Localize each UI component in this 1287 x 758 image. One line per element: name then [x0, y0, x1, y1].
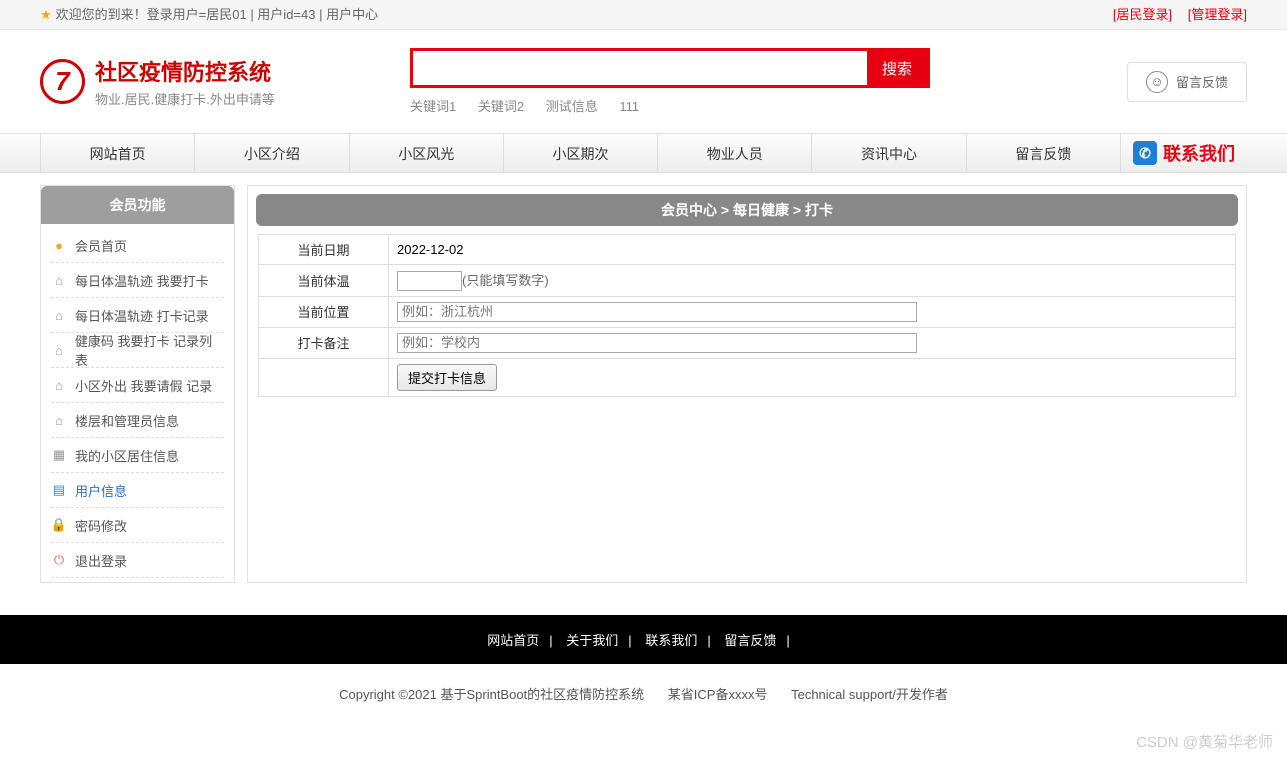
document-icon: ▤ — [51, 482, 67, 498]
icp-text: 某省ICP备xxxx号 — [668, 687, 768, 702]
sidebar-item-residence[interactable]: ▦ 我的小区居住信息 — [51, 438, 224, 473]
sidebar-item-floor[interactable]: ⌂ 楼层和管理员信息 — [51, 403, 224, 438]
form-row-loc: 当前位置 — [259, 296, 1236, 327]
sidebar-item-label: 会员首页 — [75, 236, 127, 255]
footer-link-feedback[interactable]: 留言反馈 — [724, 633, 776, 648]
house-icon: ⌂ — [51, 412, 67, 428]
sidebar-item-checkin[interactable]: ⌂ 每日体温轨迹 我要打卡 — [51, 263, 224, 298]
form-row-submit: 提交打卡信息 — [259, 358, 1236, 396]
location-input[interactable] — [397, 302, 917, 322]
keyword-link[interactable]: 测试信息 — [546, 99, 598, 114]
site-title: 社区疫情防控系统 — [95, 55, 275, 87]
nav-intro[interactable]: 小区介绍 — [195, 134, 349, 172]
search-button[interactable]: 搜索 — [867, 51, 927, 85]
footer-link-contact[interactable]: 联系我们 — [645, 633, 697, 648]
topbar: ★ 欢迎您的到来！登录用户=居民01 | 用户id=43 | 用户中心 [居民登… — [0, 0, 1287, 30]
footer-link-about[interactable]: 关于我们 — [566, 633, 618, 648]
sidebar-item-home[interactable]: ● 会员首页 — [51, 228, 224, 263]
temp-hint: (只能填写数字) — [462, 273, 549, 288]
content: 会员中心 > 每日健康 > 打卡 当前日期 2022-12-02 当前体温 (只… — [247, 185, 1247, 583]
sidebar-list: ● 会员首页 ⌂ 每日体温轨迹 我要打卡 ⌂ 每日体温轨迹 打卡记录 ⌂ 健康码 我要打… — [41, 224, 234, 582]
submit-button[interactable]: 提交打卡信息 — [397, 364, 497, 391]
date-label: 当前日期 — [259, 235, 389, 265]
footer-link-home[interactable]: 网站首页 — [487, 633, 539, 648]
form-row-date: 当前日期 2022-12-02 — [259, 235, 1236, 265]
home-icon: ● — [51, 237, 67, 253]
headset-icon: ☺ — [1146, 71, 1168, 93]
sidebar-item-label: 用户信息 — [75, 481, 127, 500]
watermark: CSDN @黄菊华老师 — [1136, 731, 1273, 752]
date-value: 2022-12-02 — [389, 235, 1236, 265]
sidebar-item-label: 退出登录 — [75, 551, 127, 570]
nav-contact[interactable]: ✆ 联系我们 — [1121, 134, 1247, 172]
nav-phase[interactable]: 小区期次 — [504, 134, 658, 172]
nav-news[interactable]: 资讯中心 — [812, 134, 966, 172]
search-area: 搜索 关键词1 关键词2 测试信息 111 — [410, 48, 1127, 115]
sidebar-item-logout[interactable]: ⏻ 退出登录 — [51, 543, 224, 578]
sidebar-item-label: 密码修改 — [75, 516, 127, 535]
sidebar-header: 会员功能 — [41, 186, 234, 224]
temp-label: 当前体温 — [259, 265, 389, 297]
nav-home[interactable]: 网站首页 — [40, 134, 195, 172]
header: 7 社区疫情防控系统 物业.居民.健康打卡.外出申请等 搜索 关键词1 关键词2… — [0, 30, 1287, 133]
house-icon: ⌂ — [51, 272, 67, 288]
topbar-right: [居民登录] [管理登录] — [1101, 0, 1247, 29]
keyword-link[interactable]: 关键词2 — [478, 99, 524, 114]
sidebar-item-label: 健康码 我要打卡 记录列表 — [75, 331, 224, 369]
main-nav: 网站首页 小区介绍 小区风光 小区期次 物业人员 资讯中心 留言反馈 ✆ 联系我… — [0, 133, 1287, 173]
site-subtitle: 物业.居民.健康打卡.外出申请等 — [95, 89, 275, 108]
submit-label-cell — [259, 358, 389, 396]
sidebar-item-userinfo[interactable]: ▤ 用户信息 — [51, 473, 224, 508]
sidebar-item-leave[interactable]: ⌂ 小区外出 我要请假 记录 — [51, 368, 224, 403]
house-icon: ⌂ — [51, 377, 67, 393]
keyword-link[interactable]: 111 — [619, 99, 639, 114]
feedback-label: 留言反馈 — [1176, 72, 1228, 91]
temp-input[interactable] — [397, 271, 462, 291]
topbar-welcome: ★ 欢迎您的到来！登录用户=居民01 | 用户id=43 | 用户中心 — [40, 0, 378, 29]
welcome-text[interactable]: 欢迎您的到来！登录用户=居民01 | 用户id=43 | 用户中心 — [56, 0, 378, 30]
sidebar-item-label: 我的小区居住信息 — [75, 446, 179, 465]
nav-contact-label: 联系我们 — [1163, 140, 1235, 166]
house-icon: ⌂ — [51, 307, 67, 323]
form-row-note: 打卡备注 — [259, 327, 1236, 358]
sidebar-item-records[interactable]: ⌂ 每日体温轨迹 打卡记录 — [51, 298, 224, 333]
nav-scenery[interactable]: 小区风光 — [350, 134, 504, 172]
lock-icon: 🔒 — [51, 517, 67, 533]
loc-label: 当前位置 — [259, 296, 389, 327]
support-text: Technical support/开发作者 — [791, 687, 948, 702]
sidebar-item-label: 楼层和管理员信息 — [75, 411, 179, 430]
copyright-text: Copyright ©2021 基于SprintBoot的社区疫情防控系统 — [339, 687, 644, 702]
form-row-temp: 当前体温 (只能填写数字) — [259, 265, 1236, 297]
sidebar: 会员功能 ● 会员首页 ⌂ 每日体温轨迹 我要打卡 ⌂ 每日体温轨迹 打卡记录 ⌂ 健康… — [40, 185, 235, 583]
house-icon: ⌂ — [51, 342, 67, 358]
note-input[interactable] — [397, 333, 917, 353]
power-icon: ⏻ — [51, 552, 67, 568]
admin-login-link[interactable]: [管理登录] — [1188, 7, 1247, 22]
phone-icon: ✆ — [1133, 141, 1157, 165]
main: 会员功能 ● 会员首页 ⌂ 每日体温轨迹 我要打卡 ⌂ 每日体温轨迹 打卡记录 ⌂ 健康… — [0, 173, 1287, 595]
note-label: 打卡备注 — [259, 327, 389, 358]
search-keywords: 关键词1 关键词2 测试信息 111 — [410, 96, 1127, 115]
search-box: 搜索 — [410, 48, 930, 88]
sidebar-item-password[interactable]: 🔒 密码修改 — [51, 508, 224, 543]
nav-staff[interactable]: 物业人员 — [658, 134, 812, 172]
star-icon: ★ — [40, 0, 52, 30]
footer-copyright: Copyright ©2021 基于SprintBoot的社区疫情防控系统 某省… — [0, 664, 1287, 733]
logo-area[interactable]: 7 社区疫情防控系统 物业.居民.健康打卡.外出申请等 — [40, 55, 410, 108]
resident-login-link[interactable]: [居民登录] — [1113, 7, 1172, 22]
keyword-link[interactable]: 关键词1 — [410, 99, 456, 114]
search-input[interactable] — [413, 51, 867, 85]
feedback-button[interactable]: ☺ 留言反馈 — [1127, 62, 1247, 102]
sidebar-item-label: 小区外出 我要请假 记录 — [75, 376, 212, 395]
footer-nav: 网站首页| 关于我们| 联系我们| 留言反馈| — [0, 615, 1287, 664]
nav-feedback[interactable]: 留言反馈 — [967, 134, 1121, 172]
checkin-form: 当前日期 2022-12-02 当前体温 (只能填写数字) 当前位置 打卡备注 … — [258, 234, 1236, 397]
sidebar-item-label: 每日体温轨迹 我要打卡 — [75, 271, 209, 290]
sidebar-item-healthcode[interactable]: ⌂ 健康码 我要打卡 记录列表 — [51, 333, 224, 368]
logo-icon: 7 — [40, 59, 85, 104]
grid-icon: ▦ — [51, 447, 67, 463]
breadcrumb: 会员中心 > 每日健康 > 打卡 — [256, 194, 1238, 226]
sidebar-item-label: 每日体温轨迹 打卡记录 — [75, 306, 209, 325]
